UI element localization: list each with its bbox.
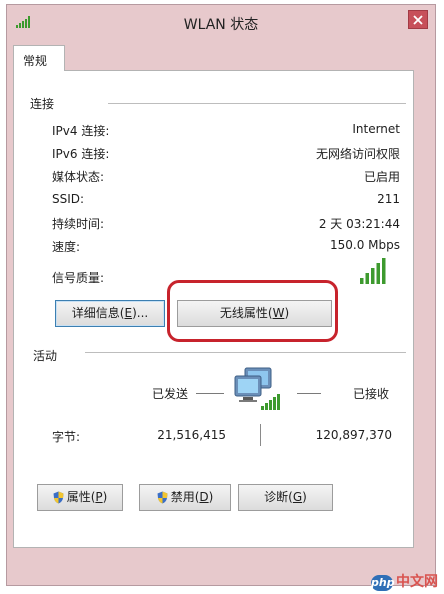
tab-general-label: 常规 xyxy=(23,54,48,68)
ipv4-label: IPv4 连接: xyxy=(52,124,110,138)
wireless-properties-button[interactable]: 无线属性(W) xyxy=(177,300,332,327)
disable-button[interactable]: 禁用(D) xyxy=(139,484,231,511)
activity-divider xyxy=(85,352,406,353)
duration-label: 持续时间: xyxy=(52,217,105,231)
speed-label: 速度: xyxy=(52,240,81,254)
sent-line xyxy=(196,393,224,394)
window-title: WLAN 状态 xyxy=(183,17,259,33)
signal-bar xyxy=(365,273,369,284)
ipv6-label: IPv6 连接: xyxy=(52,147,110,161)
media-state-value: 已启用 xyxy=(363,170,400,184)
tab-general[interactable]: 常规 xyxy=(13,45,65,71)
diagnose-button[interactable]: 诊断(G) xyxy=(238,484,333,511)
bytes-received-value: 120,897,370 xyxy=(315,428,392,442)
site-watermark: php中文网 xyxy=(371,574,438,591)
received-line xyxy=(297,393,321,394)
media-state-label: 媒体状态: xyxy=(52,170,105,184)
signal-strength-icon xyxy=(360,258,386,284)
duration-value: 2 天 03:21:44 xyxy=(318,217,400,231)
signal-bar xyxy=(360,278,364,284)
ipv4-value: Internet xyxy=(352,122,400,136)
ssid-value: 211 xyxy=(377,192,400,206)
activity-group-label: 活动 xyxy=(33,349,58,363)
close-button[interactable] xyxy=(408,10,428,29)
sent-label: 已发送 xyxy=(152,387,189,401)
shield-icon xyxy=(53,491,64,504)
network-computer-icon xyxy=(234,367,280,410)
signal-bar xyxy=(371,268,375,284)
bytes-separator xyxy=(260,424,261,446)
received-label: 已接收 xyxy=(353,387,390,401)
signal-quality-label: 信号质量: xyxy=(52,271,105,285)
signal-bar xyxy=(382,258,386,284)
properties-button[interactable]: 属性(P) xyxy=(37,484,123,511)
connection-group-label: 连接 xyxy=(30,97,55,111)
ssid-label: SSID: xyxy=(52,192,85,206)
connection-divider xyxy=(108,103,406,104)
title-bar[interactable]: WLAN 状态 xyxy=(7,5,435,37)
shield-icon xyxy=(157,491,168,504)
ipv6-value: 无网络访问权限 xyxy=(315,147,400,161)
speed-value: 150.0 Mbps xyxy=(329,238,400,252)
php-logo: php xyxy=(371,575,395,591)
details-button[interactable]: 详细信息(E)... xyxy=(55,300,165,327)
close-icon xyxy=(413,15,423,25)
bytes-label: 字节: xyxy=(52,430,81,444)
signal-bar xyxy=(376,263,380,284)
bytes-sent-value: 21,516,415 xyxy=(157,428,226,442)
